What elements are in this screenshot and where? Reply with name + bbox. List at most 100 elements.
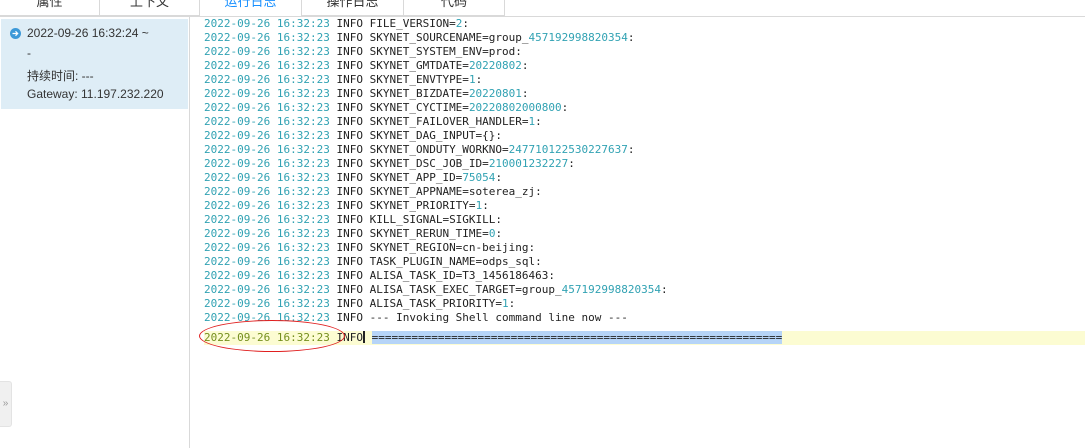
log-key: SKYNET_GMTDATE= bbox=[369, 59, 469, 72]
log-level: INFO bbox=[336, 59, 363, 72]
log-level: INFO bbox=[336, 241, 363, 254]
log-line: 2022-09-26 16:32:23 INFO ALISA_TASK_PRIO… bbox=[204, 297, 515, 311]
log-line: 2022-09-26 16:32:23 INFO SKYNET_REGION=c… bbox=[204, 241, 535, 255]
log-level: INFO bbox=[336, 171, 363, 184]
log-timestamp: 2022-09-26 16:32:23 bbox=[204, 31, 330, 44]
log-tail: : bbox=[627, 143, 635, 156]
log-tail: : bbox=[561, 101, 569, 114]
log-level: INFO bbox=[336, 157, 363, 170]
log-timestamp: 2022-09-26 16:32:23 bbox=[204, 45, 330, 58]
run-arrow-icon bbox=[10, 28, 21, 39]
log-level: INFO bbox=[336, 45, 363, 58]
log-tail: : bbox=[475, 73, 483, 86]
log-timestamp: 2022-09-26 16:32:23 bbox=[204, 241, 330, 254]
log-level: INFO bbox=[336, 213, 363, 226]
log-timestamp: 2022-09-26 16:32:23 bbox=[204, 115, 330, 128]
log-timestamp: 2022-09-26 16:32:23 bbox=[204, 297, 330, 310]
text-cursor bbox=[362, 331, 365, 343]
log-key: SKYNET_CYCTIME= bbox=[369, 101, 469, 114]
log-value: 20220802 bbox=[468, 59, 522, 72]
run-start-time: 2022-09-26 16:32:24 ~ bbox=[27, 26, 149, 40]
log-timestamp: 2022-09-26 16:32:23 bbox=[204, 171, 330, 184]
tab-properties[interactable]: 属性 bbox=[0, 0, 100, 16]
log-tail: : bbox=[521, 87, 529, 100]
log-line: 2022-09-26 16:32:23 INFO SKYNET_GMTDATE=… bbox=[204, 59, 529, 73]
log-level: INFO bbox=[336, 185, 363, 198]
log-line: 2022-09-26 16:32:23 INFO SKYNET_PRIORITY… bbox=[204, 199, 489, 213]
log-timestamp: 2022-09-26 16:32:23 bbox=[204, 199, 330, 212]
collapse-sidebar-button[interactable]: » bbox=[0, 381, 12, 427]
log-key: SKYNET_SOURCENAME=group_ bbox=[369, 31, 529, 44]
tab-operation-log[interactable]: 操作日志 bbox=[301, 0, 404, 16]
log-line: 2022-09-26 16:32:23 INFO SKYNET_SYSTEM_E… bbox=[204, 45, 522, 59]
log-timestamp: 2022-09-26 16:32:23 bbox=[204, 59, 330, 72]
log-key: SKYNET_ONDUTY_WORKNO= bbox=[369, 143, 509, 156]
log-line: 2022-09-26 16:32:23 INFO SKYNET_ENVTYPE=… bbox=[204, 73, 482, 87]
log-line: 2022-09-26 16:32:23 INFO KILL_SIGNAL=SIG… bbox=[204, 213, 502, 227]
log-value: 247710122530227637 bbox=[508, 143, 628, 156]
tab-context[interactable]: 上下文 bbox=[99, 0, 200, 16]
log-line: 2022-09-26 16:32:23 INFO ALISA_TASK_ID=T… bbox=[204, 269, 555, 283]
log-timestamp: 2022-09-26 16:32:23 bbox=[204, 311, 330, 324]
log-level: INFO bbox=[336, 269, 363, 282]
log-line: 2022-09-26 16:32:23 INFO SKYNET_DAG_INPU… bbox=[204, 129, 502, 143]
log-timestamp: 2022-09-26 16:32:23 bbox=[204, 283, 330, 296]
tab-bar: 属性 上下文 运行日志 操作日志 代码 bbox=[0, 0, 1085, 17]
log-line: 2022-09-26 16:32:23 INFO --- Invoking Sh… bbox=[204, 311, 628, 325]
log-value: 1 bbox=[502, 297, 509, 310]
tab-run-log[interactable]: 运行日志 bbox=[199, 0, 302, 16]
log-level: INFO bbox=[336, 311, 363, 324]
log-key: SKYNET_RERUN_TIME= bbox=[369, 227, 489, 240]
log-line: 2022-09-26 16:32:23 INFO SKYNET_FAILOVER… bbox=[204, 115, 542, 129]
log-key: SKYNET_APPNAME=soterea_zj: bbox=[369, 185, 542, 198]
tab-code[interactable]: 代码 bbox=[403, 0, 505, 16]
log-timestamp: 2022-09-26 16:32:23 bbox=[204, 101, 330, 114]
run-history-sidebar: 2022-09-26 16:32:24 ~ - 持续时间: --- Gatewa… bbox=[0, 17, 190, 448]
log-tail: : bbox=[495, 227, 503, 240]
log-line: 2022-09-26 16:32:23 INFO SKYNET_ONDUTY_W… bbox=[204, 143, 635, 157]
run-instance-item[interactable]: 2022-09-26 16:32:24 ~ - 持续时间: --- Gatewa… bbox=[1, 19, 188, 109]
log-key: SKYNET_DAG_INPUT={}: bbox=[369, 129, 503, 142]
log-key: SKYNET_FAILOVER_HANDLER= bbox=[369, 115, 529, 128]
log-timestamp: 2022-09-26 16:32:23 bbox=[204, 331, 330, 344]
log-key: --- Invoking Shell command line now --- bbox=[369, 311, 628, 324]
log-line: 2022-09-26 16:32:23 INFO SKYNET_APP_ID=7… bbox=[204, 171, 502, 185]
log-level: INFO bbox=[336, 255, 363, 268]
log-timestamp: 2022-09-26 16:32:23 bbox=[204, 73, 330, 86]
log-key: KILL_SIGNAL=SIGKILL: bbox=[369, 213, 503, 226]
log-key: SKYNET_APP_ID= bbox=[369, 171, 463, 184]
log-timestamp: 2022-09-26 16:32:23 bbox=[204, 227, 330, 240]
log-level: INFO bbox=[336, 143, 363, 156]
log-key: SKYNET_BIZDATE= bbox=[369, 87, 469, 100]
log-timestamp: 2022-09-26 16:32:23 bbox=[204, 157, 330, 170]
log-key: ALISA_TASK_EXEC_TARGET=group_ bbox=[369, 283, 562, 296]
log-tail: : bbox=[568, 157, 575, 170]
log-line: 2022-09-26 16:32:23 INFO SKYNET_RERUN_TI… bbox=[204, 227, 502, 241]
log-line: 2022-09-26 16:32:23 INFO FILE_VERSION=2: bbox=[204, 17, 469, 31]
log-timestamp: 2022-09-26 16:32:23 bbox=[204, 213, 330, 226]
log-tail: : bbox=[462, 17, 469, 30]
log-key: ALISA_TASK_ID=T3_1456186463: bbox=[369, 269, 556, 282]
log-level: INFO bbox=[336, 297, 363, 310]
log-timestamp: 2022-09-26 16:32:23 bbox=[204, 255, 330, 268]
run-end-time: - bbox=[27, 46, 31, 60]
log-line: 2022-09-26 16:32:23 INFO SKYNET_CYCTIME=… bbox=[204, 101, 568, 115]
log-line: 2022-09-26 16:32:23 INFO ALISA_TASK_EXEC… bbox=[204, 283, 668, 297]
log-level: INFO bbox=[336, 199, 363, 212]
log-tail: : bbox=[627, 31, 635, 44]
log-tail: : bbox=[661, 283, 668, 296]
log-level: INFO bbox=[336, 115, 363, 128]
run-log-viewer[interactable]: 2022-09-26 16:32:23 INFO FILE_VERSION=2:… bbox=[204, 17, 1085, 448]
log-key: SKYNET_PRIORITY= bbox=[369, 199, 476, 212]
log-value: 20220802000800 bbox=[468, 101, 562, 114]
log-level: INFO bbox=[336, 17, 363, 30]
log-value: 75054 bbox=[462, 171, 496, 184]
log-value: 210001232227 bbox=[488, 157, 569, 170]
log-tail: : bbox=[535, 115, 542, 128]
log-tail: : bbox=[482, 199, 489, 212]
log-level: INFO bbox=[336, 283, 363, 296]
selected-text: ========================================… bbox=[371, 331, 783, 344]
log-level: INFO bbox=[336, 73, 363, 86]
log-key: ALISA_TASK_PRIORITY= bbox=[369, 297, 503, 310]
log-key: SKYNET_DSC_JOB_ID= bbox=[369, 157, 489, 170]
